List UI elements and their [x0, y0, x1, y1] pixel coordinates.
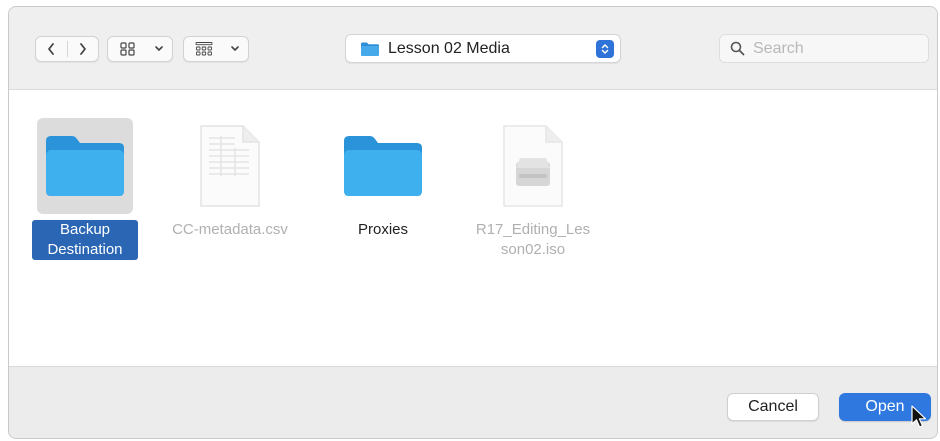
- cancel-button[interactable]: Cancel: [727, 393, 819, 421]
- file-name: Backup Destination: [32, 220, 138, 260]
- file-name: CC-metadata.csv: [172, 221, 288, 238]
- file-item-proxies[interactable]: Proxies: [313, 118, 453, 240]
- icon-grid-view-icon: [120, 42, 135, 56]
- back-button[interactable]: [36, 37, 67, 61]
- search-field[interactable]: [719, 34, 929, 63]
- up-down-chevron-icon: [601, 44, 609, 54]
- folder-icon: [46, 136, 124, 196]
- file-name: Proxies: [357, 221, 409, 238]
- dialog-footer: Cancel Open: [9, 366, 937, 438]
- mouse-pointer-icon: [911, 405, 927, 428]
- chevron-right-icon: [79, 43, 86, 55]
- folder-icon: [344, 136, 422, 196]
- chevron-left-icon: [48, 43, 55, 55]
- file-open-dialog: Lesson 02 Media Ba: [8, 6, 938, 439]
- view-mode-dropdown[interactable]: [107, 36, 173, 62]
- group-by-dropdown[interactable]: [183, 36, 249, 62]
- file-item-backup-destination[interactable]: Backup Destination: [15, 118, 155, 260]
- location-popup[interactable]: Lesson 02 Media: [345, 34, 621, 63]
- chevron-down-icon: [155, 46, 163, 51]
- group-grid-icon: [195, 42, 213, 56]
- file-browser: Backup Destination CC-metadata.csv Proxi…: [9, 90, 937, 366]
- location-stepper[interactable]: [596, 40, 614, 58]
- search-input[interactable]: [751, 38, 925, 59]
- forward-button[interactable]: [68, 37, 99, 61]
- location-label: Lesson 02 Media: [388, 39, 510, 57]
- file-item-r17-editing-lesson02-iso: R17_Editing_Lesson02.iso: [463, 118, 603, 260]
- file-item-cc-metadata-csv: CC-metadata.csv: [160, 118, 300, 240]
- csv-document-icon: [200, 125, 260, 207]
- toolbar: Lesson 02 Media: [9, 7, 937, 90]
- navigation-buttons: [35, 36, 99, 62]
- search-icon: [730, 41, 745, 56]
- file-name: R17_Editing_Lesson02.iso: [475, 221, 591, 258]
- chevron-down-icon: [231, 46, 239, 51]
- disk-image-icon: [503, 125, 563, 207]
- folder-icon: [361, 42, 379, 56]
